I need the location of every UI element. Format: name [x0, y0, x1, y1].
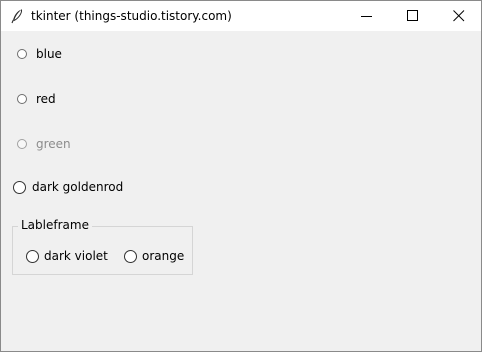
labelframe-title: Lableframe	[18, 218, 92, 232]
radio-label: green	[36, 137, 71, 151]
window-client-area: blue red green dark goldenrod Lableframe…	[1, 31, 481, 351]
maximize-icon	[407, 10, 418, 21]
radio-indicator[interactable]	[124, 249, 137, 263]
close-icon	[453, 10, 465, 22]
title-bar[interactable]: tkinter (things-studio.tistory.com)	[1, 1, 481, 31]
radio-label: dark goldenrod	[32, 180, 124, 194]
radio-indicator[interactable]	[26, 249, 39, 263]
close-button[interactable]	[436, 1, 482, 31]
maximize-button[interactable]	[390, 1, 436, 31]
labelframe: Lableframe dark violet orange	[12, 218, 193, 275]
feather-icon	[9, 8, 25, 24]
radio-indicator[interactable]	[17, 49, 27, 59]
radio-orange[interactable]: orange	[124, 249, 184, 263]
window-title: tkinter (things-studio.tistory.com)	[31, 9, 232, 23]
minimize-icon	[361, 16, 372, 17]
app-window: tkinter (things-studio.tistory.com) blue…	[0, 0, 482, 352]
radio-blue[interactable]: blue	[17, 47, 62, 61]
radio-dark-violet[interactable]: dark violet	[26, 249, 108, 263]
radio-red[interactable]: red	[17, 92, 56, 106]
radio-indicator[interactable]	[13, 180, 26, 194]
radio-indicator[interactable]	[17, 94, 27, 104]
radio-label: blue	[36, 47, 62, 61]
radio-dark-goldenrod[interactable]: dark goldenrod	[13, 180, 123, 194]
radio-indicator	[17, 139, 27, 149]
radio-label: dark violet	[44, 249, 108, 263]
radio-label: red	[36, 92, 56, 106]
radio-green: green	[17, 137, 71, 151]
radio-label: orange	[142, 249, 185, 263]
minimize-button[interactable]	[344, 1, 390, 31]
